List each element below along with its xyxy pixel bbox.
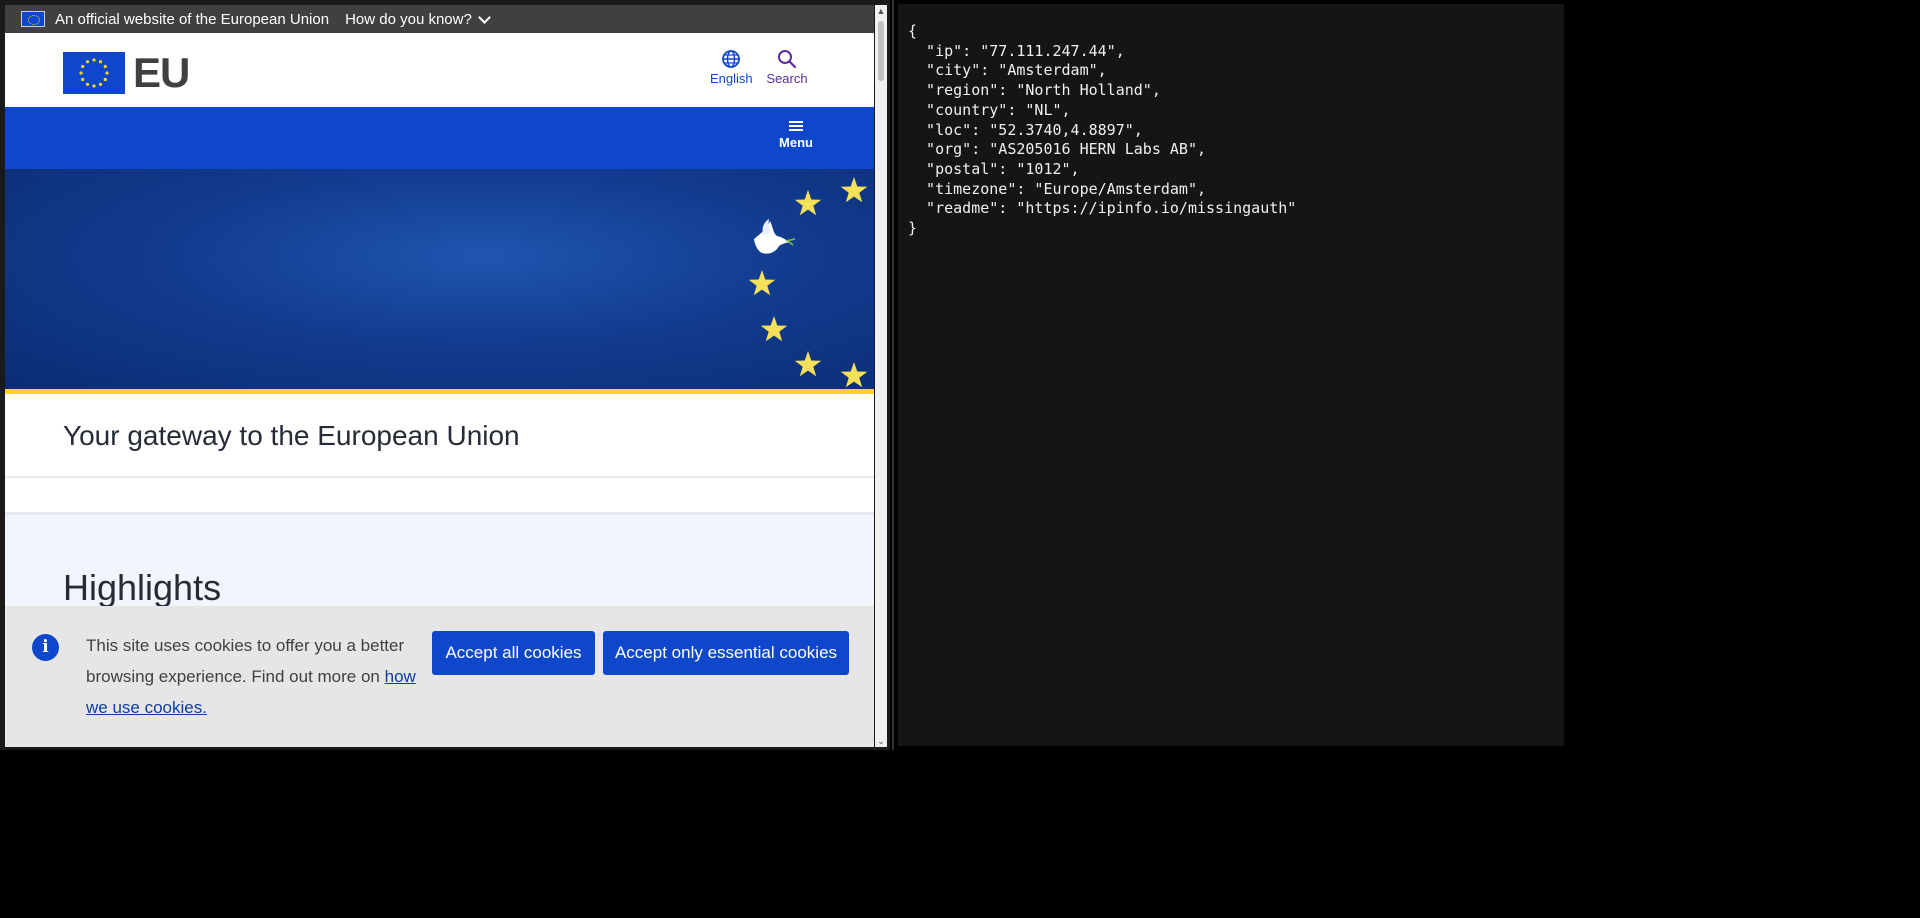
search-icon [778, 50, 797, 69]
cookie-message: This site uses cookies to offer you a be… [86, 630, 426, 723]
json-line-country: "country": "NL", [908, 100, 1071, 119]
cookie-consent-banner: i This site uses cookies to offer you a … [5, 606, 874, 747]
browser-viewport: An official website of the European Unio… [5, 5, 874, 747]
hamburger-icon [789, 121, 803, 131]
scroll-down-arrow-icon[interactable]: ⌄ [875, 735, 887, 747]
official-eu-banner: An official website of the European Unio… [5, 5, 874, 33]
eu-stars-dove-illustration [748, 177, 868, 388]
json-line-ip: "ip": "77.111.247.44", [908, 41, 1125, 60]
browser-window: An official website of the European Unio… [0, 0, 890, 750]
chevron-down-icon [477, 10, 491, 24]
menu-button[interactable]: Menu [778, 121, 814, 150]
official-banner-text: An official website of the European Unio… [55, 10, 330, 28]
logo-text: EU [133, 49, 190, 96]
json-line-loc: "loc": "52.3740,4.8897", [908, 120, 1143, 139]
json-response-window: { "ip": "77.111.247.44", "city": "Amster… [898, 4, 1564, 746]
json-line-org: "org": "AS205016 HERN Labs AB", [908, 140, 1207, 159]
search-button[interactable]: Search [765, 49, 809, 86]
search-label: Search [766, 71, 808, 86]
eu-flag-icon [21, 11, 45, 27]
cookie-message-text: This site uses cookies to offer you a be… [86, 636, 405, 686]
eu-flag-logo-icon [63, 52, 125, 94]
page-title-section: Your gateway to the European Union [5, 394, 874, 478]
how-do-you-know-toggle[interactable]: How do you know? [345, 10, 491, 28]
accept-essential-cookies-button[interactable]: Accept only essential cookies [603, 631, 849, 675]
language-selector[interactable]: English [710, 49, 753, 86]
dove-icon [754, 219, 796, 254]
json-line-timezone: "timezone": "Europe/Amsterdam", [908, 179, 1207, 198]
json-line-region: "region": "North Holland", [908, 81, 1161, 100]
json-line-city: "city": "Amsterdam", [908, 61, 1107, 80]
window-divider-line [892, 0, 894, 750]
scrollbar-thumb[interactable] [878, 21, 884, 81]
json-open-brace: { [908, 22, 918, 40]
main-navigation: Menu [5, 107, 874, 169]
highlights-heading: Highlights [63, 567, 222, 608]
info-icon: i [32, 634, 59, 661]
scroll-up-arrow-icon[interactable]: ▲ [875, 5, 887, 17]
how-do-you-know-label: How do you know? [345, 10, 472, 28]
eu-logo[interactable]: EU [63, 49, 190, 97]
hero-banner [5, 169, 874, 389]
content-separator [5, 478, 874, 515]
page-title: Your gateway to the European Union [63, 420, 520, 451]
site-header: EU English Search [5, 33, 874, 107]
accept-all-cookies-button[interactable]: Accept all cookies [432, 631, 595, 675]
menu-label: Menu [779, 135, 813, 150]
json-line-postal: "postal": "1012", [908, 159, 1080, 178]
vertical-scrollbar[interactable]: ▲ ⌄ [875, 5, 887, 747]
language-label: English [710, 71, 753, 86]
json-response: { "ip": "77.111.247.44", "city": "Amster… [908, 22, 1296, 239]
json-line-readme: "readme": "https://ipinfo.io/missingauth… [908, 199, 1297, 218]
globe-icon [722, 50, 740, 68]
json-close-brace: } [908, 219, 918, 238]
